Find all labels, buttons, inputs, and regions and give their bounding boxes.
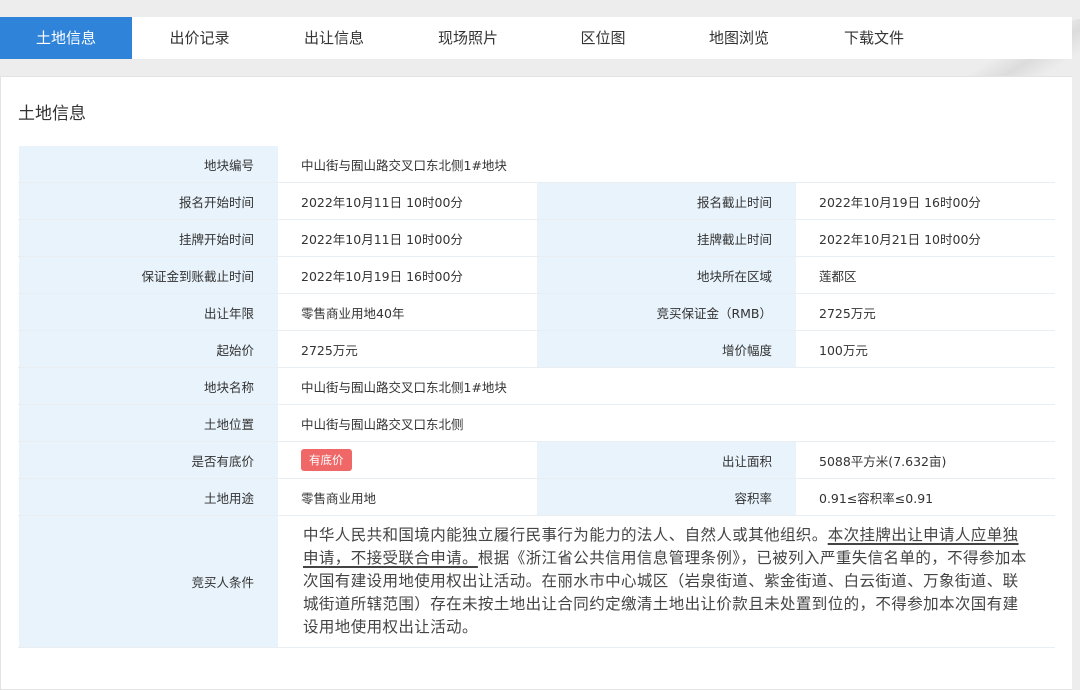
parcel-number-value: 中山街与囿山路交叉口东北侧1#地块 — [278, 145, 1055, 183]
district-value: 莲都区 — [796, 256, 1055, 294]
location-value: 中山街与囿山路交叉口东北侧 — [278, 404, 1055, 442]
deposit-deadline-value: 2022年10月19日 16时00分 — [278, 256, 537, 294]
listing-end-value: 2022年10月21日 10时00分 — [796, 219, 1055, 257]
start-price-value: 2725万元 — [278, 330, 537, 368]
field-label: 竞买保证金（RMB） — [536, 293, 797, 331]
deposit-value: 2725万元 — [796, 293, 1055, 331]
registration-end-value: 2022年10月19日 16时00分 — [796, 182, 1055, 220]
table-row: 报名开始时间 2022年10月11日 10时00分 报名截止时间 2022年10… — [18, 182, 1055, 220]
panel-title: 土地信息 — [18, 104, 86, 124]
increment-value: 100万元 — [796, 330, 1055, 368]
floor-area-ratio-value: 0.91≤容积率≤0.91 — [796, 478, 1055, 516]
bidder-conditions-text: 中华人民共和国境内能独立履行民事行为能力的法人、自然人或其他组织。本次挂牌出让申… — [303, 524, 1030, 639]
conditions-part-1: 中华人民共和国境内能独立履行民事行为能力的法人、自然人或其他组织。 — [303, 526, 828, 544]
tab-bid-records[interactable]: 出价记录 — [132, 17, 267, 59]
field-label: 是否有底价 — [18, 441, 279, 479]
table-row: 保证金到账截止时间 2022年10月19日 16时00分 地块所在区域 莲都区 — [18, 256, 1055, 294]
tab-land-info[interactable]: 土地信息 — [0, 17, 132, 59]
table-row: 起始价 2725万元 增价幅度 100万元 — [18, 330, 1055, 368]
table-row: 地块编号 中山街与囿山路交叉口东北侧1#地块 — [18, 145, 1055, 183]
field-label: 出让年限 — [18, 293, 279, 331]
field-label: 竞买人条件 — [18, 515, 279, 648]
field-label: 保证金到账截止时间 — [18, 256, 279, 294]
field-label: 土地位置 — [18, 404, 279, 442]
field-label: 地块名称 — [18, 367, 279, 405]
table-row: 是否有底价 有底价 出让面积 5088平方米(7.632亩) — [18, 441, 1055, 479]
field-label: 挂牌开始时间 — [18, 219, 279, 257]
tab-bar: 土地信息 出价记录 出让信息 现场照片 区位图 地图浏览 下载文件 — [0, 17, 1072, 59]
area-value: 5088平方米(7.632亩) — [796, 441, 1055, 479]
field-label: 报名开始时间 — [18, 182, 279, 220]
reserve-price-cell: 有底价 — [278, 441, 537, 479]
field-label: 增价幅度 — [536, 330, 797, 368]
tab-map-browse[interactable]: 地图浏览 — [671, 17, 807, 59]
field-label: 出让面积 — [536, 441, 797, 479]
field-label: 土地用途 — [18, 478, 279, 516]
field-label: 挂牌截止时间 — [536, 219, 797, 257]
tab-location-map[interactable]: 区位图 — [535, 17, 671, 59]
reserve-price-badge: 有底价 — [301, 449, 352, 471]
tab-transfer-info[interactable]: 出让信息 — [267, 17, 401, 59]
parcel-name-value: 中山街与囿山路交叉口东北侧1#地块 — [278, 367, 1055, 405]
table-row: 土地位置 中山街与囿山路交叉口东北侧 — [18, 404, 1055, 442]
land-use-value: 零售商业用地 — [278, 478, 537, 516]
field-label: 容积率 — [536, 478, 797, 516]
table-row: 出让年限 零售商业用地40年 竞买保证金（RMB） 2725万元 — [18, 293, 1055, 331]
table-row: 竞买人条件 中华人民共和国境内能独立履行民事行为能力的法人、自然人或其他组织。本… — [18, 515, 1055, 648]
land-info-panel: 土地信息 地块编号 中山街与囿山路交叉口东北侧1#地块 报名开始时间 2022年… — [0, 76, 1072, 690]
field-label: 报名截止时间 — [536, 182, 797, 220]
table-row: 土地用途 零售商业用地 容积率 0.91≤容积率≤0.91 — [18, 478, 1055, 516]
tab-download-files[interactable]: 下载文件 — [807, 17, 941, 59]
field-label: 地块编号 — [18, 145, 279, 183]
land-info-table: 地块编号 中山街与囿山路交叉口东北侧1#地块 报名开始时间 2022年10月11… — [18, 145, 1055, 648]
term-value: 零售商业用地40年 — [278, 293, 537, 331]
tab-site-photos[interactable]: 现场照片 — [401, 17, 535, 59]
table-row: 挂牌开始时间 2022年10月11日 10时00分 挂牌截止时间 2022年10… — [18, 219, 1055, 257]
field-label: 起始价 — [18, 330, 279, 368]
field-label: 地块所在区域 — [536, 256, 797, 294]
bidder-conditions-value: 中华人民共和国境内能独立履行民事行为能力的法人、自然人或其他组织。本次挂牌出让申… — [278, 515, 1055, 648]
registration-start-value: 2022年10月11日 10时00分 — [278, 182, 537, 220]
listing-start-value: 2022年10月11日 10时00分 — [278, 219, 537, 257]
table-row: 地块名称 中山街与囿山路交叉口东北侧1#地块 — [18, 367, 1055, 405]
